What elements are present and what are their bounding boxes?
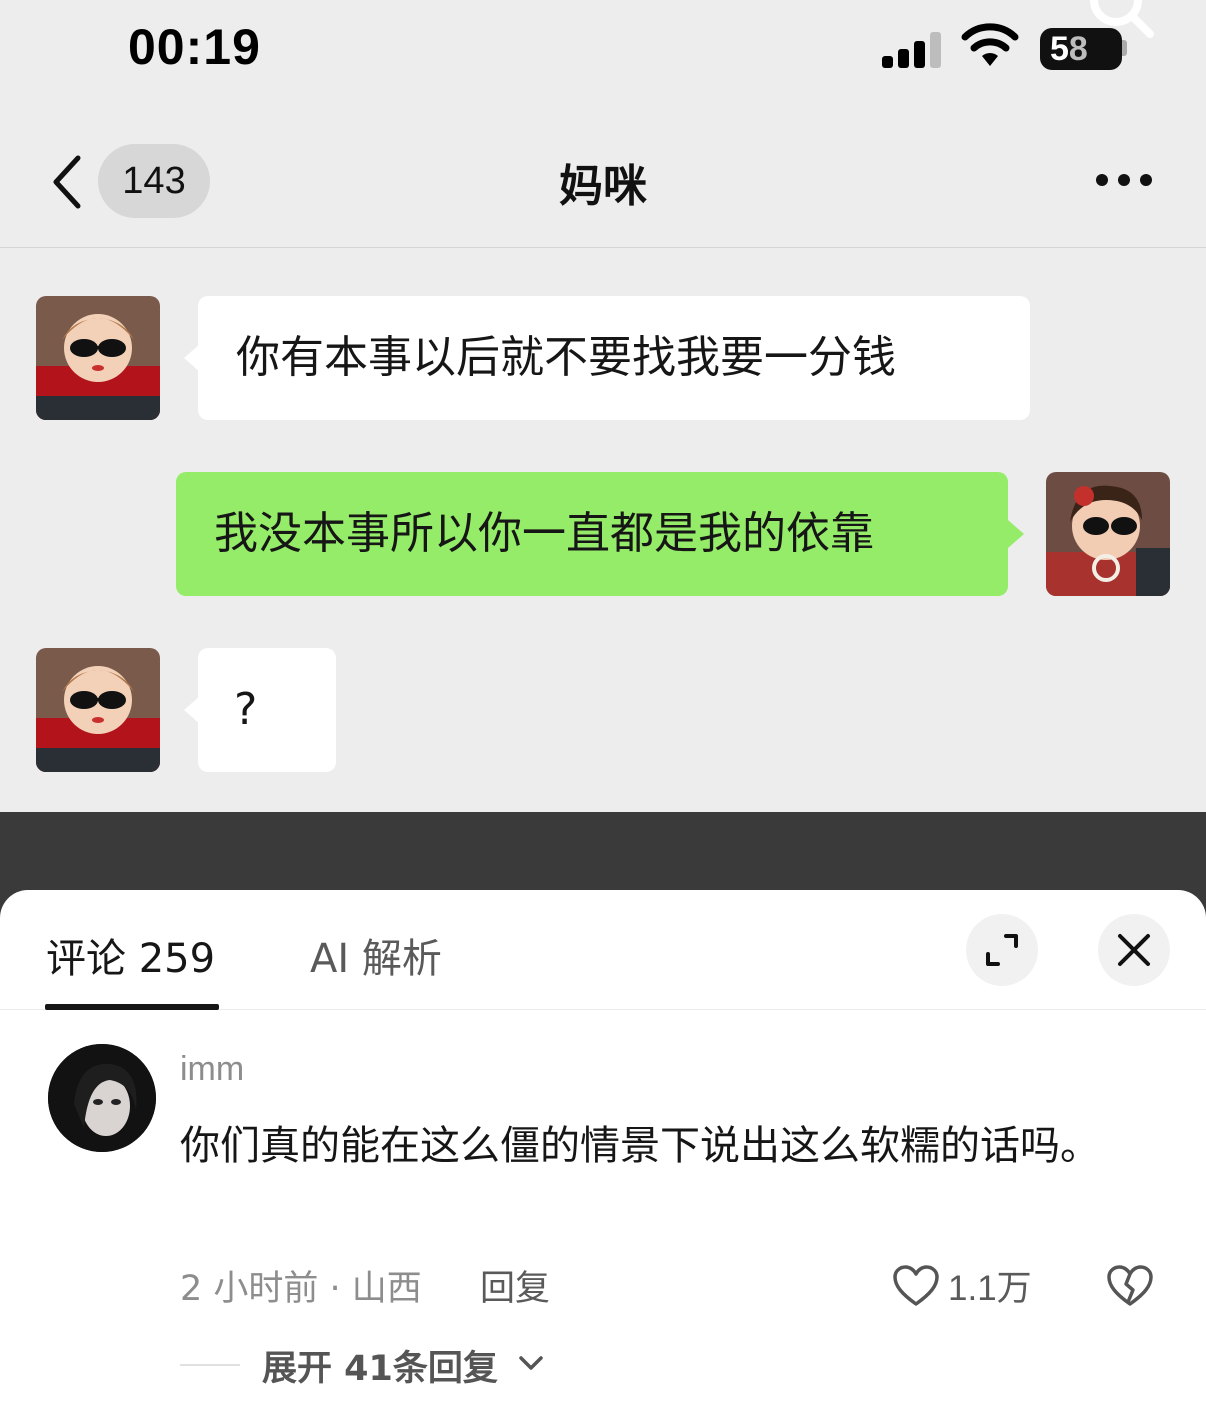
heart-icon[interactable] [892,1264,940,1308]
like-count: 1.1万 [948,1269,1032,1308]
chat-screenshot: 00:19 58 143 妈咪 你有本事以后就不要找我要一分钱 我没本事所以你一… [0,0,1206,812]
commenter-avatar[interactable] [48,1044,156,1152]
status-time: 00:19 [128,19,261,75]
message-text: 我没本事所以你一直都是我的依靠 [214,508,874,559]
broken-heart-icon[interactable] [1106,1264,1154,1308]
chat-title: 妈咪 [559,161,647,212]
message-text: ? [234,684,258,735]
signal-icon [882,32,944,68]
sheet-tabs: 评论 259 AI 解析 [0,890,1206,1010]
close-icon [1118,934,1150,966]
message-bubble-right[interactable]: 我没本事所以你一直都是我的依靠 [176,472,1024,596]
search-icon[interactable] [1086,0,1156,40]
chevron-down-icon[interactable] [518,1354,544,1372]
expand-icon [986,934,1018,966]
replies-divider [180,1364,240,1366]
avatar[interactable] [1046,472,1170,596]
tab-ai-analysis[interactable]: AI 解析 [310,926,442,984]
battery-level: 5 [1050,30,1069,68]
close-button[interactable] [1098,914,1170,986]
chat-nav-bar: 143 妈咪 [0,110,1206,248]
status-bar: 00:19 58 [0,0,1206,100]
avatar[interactable] [36,648,160,772]
message-bubble-left[interactable]: 你有本事以后就不要找我要一分钱 [184,296,1030,420]
comment-text: 你们真的能在这么僵的情景下说出这么软糯的话吗。 [180,1123,1100,1169]
tab-comments[interactable]: 评论 259 [46,926,215,984]
expand-replies-button[interactable]: 展开 41条回复 [262,1340,498,1391]
more-icon[interactable] [1096,174,1152,188]
comment-sheet: 评论 259 AI 解析 imm 你们真的能在这么僵的情景下说出这么软糯的话吗。… [0,890,1206,1409]
avatar[interactable] [36,296,160,420]
battery-tip [1122,40,1127,56]
comment-meta: 2 小时前 · 山西 [180,1269,422,1309]
wifi-icon [961,23,1019,66]
battery-level-rest: 8 [1068,30,1088,68]
message-text: 你有本事以后就不要找我要一分钱 [236,332,896,383]
active-tab-indicator [45,1004,219,1010]
reply-button[interactable]: 回复 [480,1260,550,1311]
message-bubble-left[interactable]: ? [184,648,336,772]
comment-username[interactable]: imm [180,1050,244,1089]
expand-button[interactable] [966,914,1038,986]
